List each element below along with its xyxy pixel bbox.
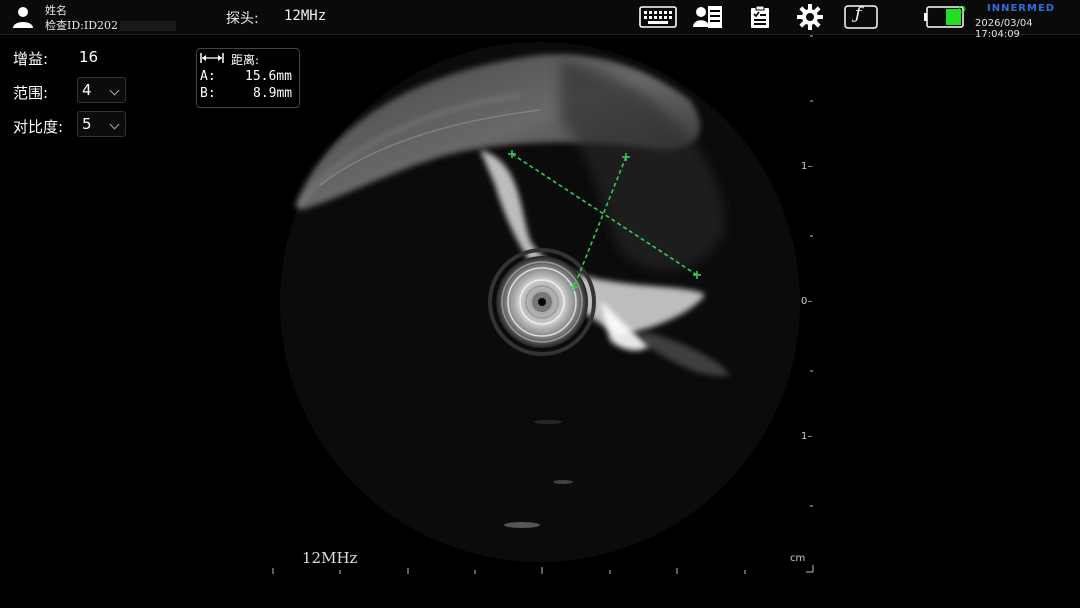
range-value: 4 bbox=[82, 81, 92, 99]
report-icon bbox=[751, 5, 769, 28]
measure-a-label: A: bbox=[200, 69, 216, 84]
contrast-label: 对比度: bbox=[13, 118, 64, 136]
patient-info-icon bbox=[693, 6, 722, 28]
user-icon[interactable] bbox=[11, 5, 35, 29]
brand-logo: INNERMED bbox=[987, 3, 1056, 14]
settings-button[interactable] bbox=[796, 3, 824, 31]
contrast-value: 5 bbox=[82, 115, 92, 133]
gain-value[interactable]: 16 bbox=[79, 48, 98, 66]
distance-icon bbox=[200, 53, 224, 63]
chevron-down-icon bbox=[109, 119, 120, 130]
horizontal-scale bbox=[272, 567, 746, 574]
patient-info-button[interactable] bbox=[692, 3, 724, 31]
measure-title: 距离: bbox=[231, 53, 260, 67]
gear-icon bbox=[797, 4, 823, 30]
contrast-select[interactable]: 5 bbox=[77, 111, 126, 137]
probe-value: 12MHz bbox=[284, 8, 327, 24]
exam-id-label: 检查ID:ID202 bbox=[45, 17, 177, 33]
gain-label: 增益: bbox=[13, 50, 49, 68]
probe-rings bbox=[488, 248, 596, 356]
keyboard-button[interactable] bbox=[638, 3, 678, 31]
ultrasound-image[interactable] bbox=[0, 35, 1080, 608]
battery-icon bbox=[924, 6, 966, 28]
measure-b-value: 8.9mm bbox=[253, 86, 293, 101]
top-bar: 姓名 检查ID:ID202 探头: 12MHz ƒ INNERMED 2026/… bbox=[0, 0, 1080, 40]
exam-id-label-text: 检查ID: bbox=[45, 19, 84, 32]
artifact bbox=[504, 522, 540, 528]
depth-label: 0– bbox=[801, 296, 813, 307]
frequency-label: 12MHz bbox=[302, 549, 358, 567]
unit-label: cm bbox=[790, 553, 806, 564]
probe-label: 探头: bbox=[226, 11, 259, 27]
range-select[interactable]: 4 bbox=[77, 77, 126, 103]
report-button[interactable] bbox=[748, 3, 772, 31]
exam-id-value: ID202 bbox=[83, 19, 119, 32]
measurement-panel: 距离: A: 15.6mm B: 8.9mm bbox=[196, 48, 300, 108]
artifact bbox=[553, 480, 573, 484]
depth-label: 1– bbox=[801, 431, 813, 442]
chevron-down-icon bbox=[109, 85, 120, 96]
function-button[interactable]: ƒ bbox=[844, 3, 878, 31]
function-glyph: ƒ bbox=[855, 4, 862, 24]
measure-b-label: B: bbox=[200, 86, 216, 101]
range-label: 范围: bbox=[13, 84, 49, 102]
id-redaction bbox=[120, 21, 177, 31]
depth-label: 1– bbox=[801, 161, 813, 172]
patient-name-label: 姓名 bbox=[45, 4, 67, 17]
measure-a-value: 15.6mm bbox=[245, 69, 292, 84]
keyboard-icon bbox=[639, 6, 677, 28]
artifact bbox=[534, 420, 562, 424]
